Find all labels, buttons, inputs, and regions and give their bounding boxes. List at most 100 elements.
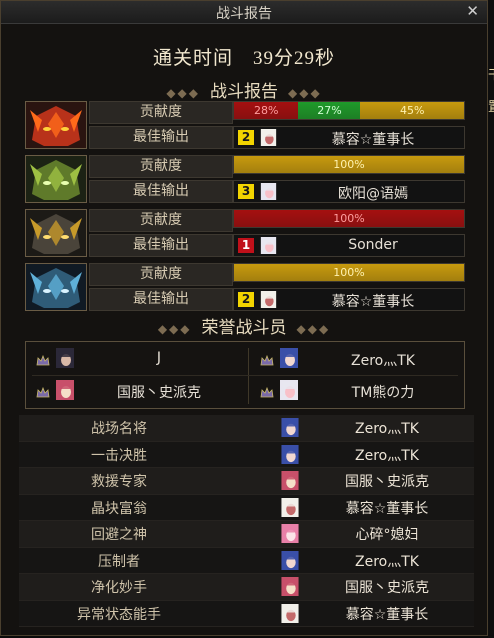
- ornament-left-icon: ◆◆◆: [166, 86, 200, 100]
- contribution-bar: 100%: [233, 155, 465, 174]
- honor-member[interactable]: Zero灬TK: [256, 346, 466, 374]
- award-title: 回避之神: [91, 527, 147, 543]
- pink-gunner-avatar: [56, 380, 74, 400]
- title-bar: 战斗报告 ✕: [1, 1, 487, 24]
- contribution-label: 贡献度: [89, 209, 233, 232]
- side-strip: 干 置: [488, 0, 494, 638]
- award-row: 回避之神 心碎°媳妇: [19, 521, 474, 548]
- award-title: 净化妙手: [91, 580, 147, 596]
- best-output-player: 慕容☆董事长: [331, 294, 415, 310]
- award-winner: 国服丶史派克: [345, 474, 429, 490]
- best-output-field: 2 慕容☆董事长: [233, 126, 465, 149]
- best-output-label: 最佳输出: [89, 126, 233, 149]
- award-winner: 心碎°媳妇: [355, 527, 419, 543]
- pink-hair-avatar: [281, 524, 299, 543]
- contribution-segment: 45%: [360, 102, 464, 119]
- award-title: 异常状态能手: [77, 606, 161, 623]
- battle-report-row: 贡献度 最佳输出 100% 1 Sonder: [25, 209, 465, 257]
- award-row: 异常状态能手 慕容☆董事长: [19, 600, 474, 627]
- best-output-field: 2 慕容☆董事长: [233, 288, 465, 311]
- contribution-label: 贡献度: [89, 155, 233, 178]
- rank-badge: 2: [238, 292, 254, 307]
- battle-report-row: 贡献度 最佳输出 100% 2 慕容☆董事长: [25, 263, 465, 311]
- blue-armored-helm-icon: [25, 263, 87, 311]
- ornament-right-icon: ◆◆◆: [288, 86, 322, 100]
- best-output-field: 1 Sonder: [233, 234, 465, 257]
- award-title: 一击决胜: [91, 447, 147, 464]
- player-avatar: [260, 291, 277, 308]
- contribution-segment: 28%: [234, 102, 299, 119]
- rank-badge: 1: [238, 238, 254, 253]
- blue-hair-avatar: [281, 444, 299, 464]
- pink-gunner-avatar: [281, 471, 299, 490]
- best-output-player: Sonder: [348, 237, 398, 253]
- honor-member[interactable]: 国服丶史派克: [32, 378, 242, 406]
- crown-icon: [36, 352, 50, 366]
- divider: [32, 375, 458, 376]
- honor-member-name: J: [156, 350, 162, 366]
- close-icon[interactable]: ✕: [466, 2, 479, 20]
- honor-member-name: 国服丶史派克: [117, 385, 201, 401]
- dark-hair-avatar: [56, 348, 74, 368]
- player-avatar: [260, 237, 277, 254]
- award-winner: Zero灬TK: [355, 553, 419, 570]
- rank-badge: 2: [238, 130, 254, 145]
- contribution-bar: 100%: [233, 263, 465, 282]
- contribution-bar: 28% 27% 45%: [233, 101, 465, 120]
- award-winner: 国服丶史派克: [345, 580, 429, 596]
- honor-header: ◆◆◆ 荣誉战斗员 ◆◆◆: [1, 313, 487, 338]
- battle-report-row: 贡献度 最佳输出 100% 3 欧阳@语嫣: [25, 155, 465, 203]
- contribution-label: 贡献度: [89, 101, 233, 124]
- best-output-field: 3 欧阳@语嫣: [233, 180, 465, 203]
- battle-report-window: 战斗报告 ✕ 通关时间 39分29秒 ◆◆◆ 战斗报告 ◆◆◆ 贡献度 最佳输出 28%…: [0, 0, 488, 636]
- crown-icon: [36, 384, 50, 398]
- award-title: 压制者: [98, 553, 140, 570]
- ornament-right-icon: ◆◆◆: [296, 322, 331, 336]
- gold-horned-helm-icon: [25, 209, 87, 257]
- award-winner: 慕容☆董事长: [345, 500, 429, 517]
- best-output-player: 慕容☆董事长: [331, 132, 415, 148]
- award-row: 净化妙手 国服丶史派克: [19, 574, 474, 601]
- battle-report-header-text: 战斗报告: [210, 82, 278, 101]
- award-title: 战场名将: [91, 421, 147, 437]
- award-row: 救援专家 国服丶史派克: [19, 468, 474, 495]
- honor-member[interactable]: J: [32, 346, 242, 374]
- awards-list: 战场名将 Zero灬TK 一击决胜 Zero灬TK 救援专家 国服丶史派克 晶块富翁 慕容☆董…: [19, 415, 474, 627]
- contribution-bar: 100%: [233, 209, 465, 228]
- side-strip-char: 置: [488, 96, 494, 115]
- contribution-segment: 100%: [234, 264, 464, 281]
- contribution-segment: 100%: [234, 156, 464, 173]
- award-title: 晶块富翁: [91, 500, 147, 517]
- flame-demon-helm-icon: [25, 101, 87, 149]
- contribution-segment: 100%: [234, 210, 464, 227]
- award-row: 压制者 Zero灬TK: [19, 547, 474, 574]
- clear-time: 通关时间 39分29秒: [152, 48, 335, 69]
- rank-badge: 3: [238, 184, 254, 199]
- blue-hair-avatar: [280, 348, 298, 368]
- white-hair-avatar: [281, 497, 299, 517]
- ornament-left-icon: ◆◆◆: [157, 322, 192, 336]
- crown-icon: [260, 352, 274, 366]
- best-output-label: 最佳输出: [89, 288, 233, 311]
- honor-member-name: Zero灬TK: [351, 353, 415, 369]
- award-winner: Zero灬TK: [355, 421, 419, 437]
- player-avatar: [260, 183, 277, 200]
- award-winner: Zero灬TK: [355, 447, 419, 464]
- honor-member[interactable]: TM熊の力: [256, 378, 466, 406]
- green-spiked-helm-icon: [25, 155, 87, 203]
- divider: [248, 348, 249, 404]
- blue-hair-avatar: [281, 418, 299, 437]
- contribution-label: 贡献度: [89, 263, 233, 286]
- honor-member-name: TM熊の力: [351, 385, 415, 401]
- silver-mage-avatar: [280, 380, 298, 400]
- best-output-label: 最佳输出: [89, 234, 233, 257]
- crown-icon: [260, 384, 274, 398]
- award-winner: 慕容☆董事长: [345, 606, 429, 623]
- side-strip-char: 干: [488, 64, 494, 83]
- award-row: 晶块富翁 慕容☆董事长: [19, 494, 474, 521]
- award-row: 一击决胜 Zero灬TK: [19, 441, 474, 468]
- window-title: 战斗报告: [216, 6, 272, 22]
- award-title: 救援专家: [91, 474, 147, 490]
- battle-report-row: 贡献度 最佳输出 28% 27% 45% 2 慕容☆董事长: [25, 101, 465, 149]
- player-avatar: [260, 129, 277, 146]
